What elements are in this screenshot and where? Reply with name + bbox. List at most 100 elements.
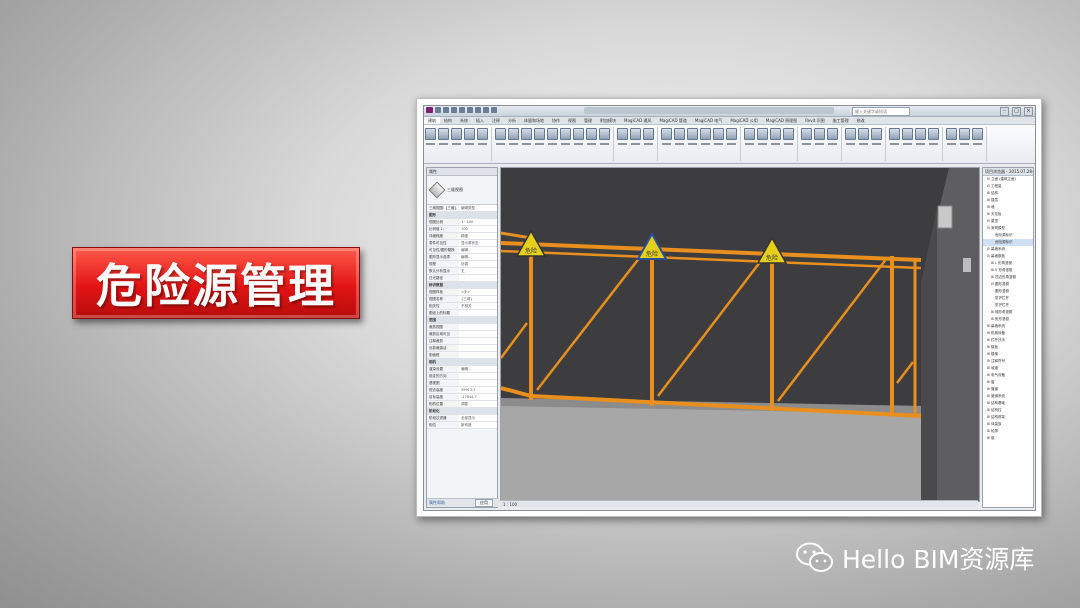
browser-tree-item[interactable]: ⊞ 窗 xyxy=(983,379,1033,386)
property-row[interactable]: 剖面框 xyxy=(427,352,497,359)
browser-tree-item[interactable]: 危险源标识 xyxy=(983,239,1033,246)
ribbon-tool-button[interactable] xyxy=(744,128,755,163)
browser-tree-item[interactable]: ⊞ 楼梯 xyxy=(983,351,1033,358)
ribbon-tab[interactable]: Revit 识图 xyxy=(801,117,828,124)
ribbon-tool-button[interactable] xyxy=(959,128,970,163)
browser-tree-item[interactable]: ⊞ 管道系统 xyxy=(983,393,1033,400)
browser-tree-item[interactable]: ⊞ 管道 xyxy=(983,386,1033,393)
ribbon-tool-button[interactable] xyxy=(643,128,654,163)
property-section[interactable]: 范围 xyxy=(427,317,497,324)
ribbon-tab[interactable]: 修改 xyxy=(853,117,869,124)
ribbon-tool-button[interactable] xyxy=(630,128,641,163)
property-row[interactable]: 相机位置 调整 xyxy=(427,401,497,408)
browser-tree-item[interactable]: ⊟ 屋顶 xyxy=(983,218,1033,225)
property-row[interactable]: 远剪裁激活 xyxy=(427,345,497,352)
property-row[interactable]: 图纸上的标题 xyxy=(427,310,497,317)
browser-tree-item[interactable]: ⊟ 圆形竖梃 xyxy=(983,281,1033,288)
ribbon-tool-button[interactable] xyxy=(814,128,825,163)
ribbon-tool-button[interactable] xyxy=(534,128,545,163)
browser-tree-item[interactable]: ⊞ 栏杆扶手 xyxy=(983,337,1033,344)
browser-tree-item[interactable]: ⊞ 轮廓 xyxy=(983,428,1033,435)
ribbon-tool-button[interactable] xyxy=(560,128,571,163)
ribbon-tab[interactable]: 视图 xyxy=(564,117,580,124)
browser-tree-item[interactable]: ⊟ 幕墙系统 xyxy=(983,246,1033,253)
3d-view-icon[interactable] xyxy=(491,107,497,113)
property-value[interactable]: 全部显示 xyxy=(459,415,497,421)
browser-tree-item[interactable]: ⊞ 梯形角竖梃 xyxy=(983,309,1033,316)
maximize-button[interactable]: □ xyxy=(1012,107,1021,116)
property-value[interactable]: 协调 xyxy=(459,261,497,267)
ribbon-tool-button[interactable] xyxy=(726,128,737,163)
property-value[interactable] xyxy=(459,331,497,337)
browser-tree-item[interactable]: ⊞ L 形角竖梃 xyxy=(983,260,1033,267)
property-value[interactable] xyxy=(459,324,497,330)
property-row[interactable]: 相关性 不相关 xyxy=(427,303,497,310)
ribbon-tool-button[interactable] xyxy=(547,128,558,163)
property-row[interactable]: 渲染设置 编辑... xyxy=(427,366,497,373)
view-selector-row[interactable]: 三维视图: {三维} 编辑类型 xyxy=(427,205,497,212)
browser-tree-item[interactable]: 危险源标识 xyxy=(983,232,1033,239)
browser-tree-item[interactable]: ⊞ 机械设备 xyxy=(983,330,1033,337)
3d-viewport[interactable]: 危险 危险 危险 xyxy=(500,167,980,502)
ribbon-tool-button[interactable] xyxy=(661,128,672,163)
property-row[interactable]: 可见性/图形替换 编辑... xyxy=(427,247,497,254)
property-row[interactable]: 详细程度 精细 xyxy=(427,233,497,240)
hazard-sign-3[interactable]: 危险 xyxy=(756,236,788,264)
ribbon-tool-button[interactable] xyxy=(451,128,462,163)
property-row[interactable]: 规程 协调 xyxy=(427,261,497,268)
property-row[interactable]: 透视图 xyxy=(427,380,497,387)
ribbon-tab[interactable]: 注释 xyxy=(488,117,504,124)
redo-icon[interactable] xyxy=(459,107,465,113)
property-value[interactable] xyxy=(459,310,497,316)
property-value[interactable] xyxy=(459,345,497,351)
property-row[interactable]: 视图样板 <无> xyxy=(427,289,497,296)
property-row[interactable]: 目标高度 -17844.7 xyxy=(427,394,497,401)
browser-tree-item[interactable]: 圆形竖梃 xyxy=(983,288,1033,295)
property-value[interactable]: 调整 xyxy=(459,401,497,407)
view-selector[interactable]: 三维视图: {三维} xyxy=(427,205,459,211)
property-row[interactable]: 阶段过滤器 全部显示 xyxy=(427,415,497,422)
browser-tree-item[interactable]: ⊞ 结构柱 xyxy=(983,407,1033,414)
ribbon-tool-button[interactable] xyxy=(770,128,781,163)
ribbon-tab[interactable]: MagiCAD 通风 xyxy=(620,117,655,124)
property-row[interactable]: 图形显示选项 编辑... xyxy=(427,254,497,261)
ribbon-tool-button[interactable] xyxy=(845,128,856,163)
property-value[interactable]: 编辑... xyxy=(459,247,497,253)
ribbon-tool-button[interactable] xyxy=(477,128,488,163)
browser-tree-item[interactable]: ⊞ 楼层 xyxy=(983,197,1033,204)
ribbon-tool-button[interactable] xyxy=(972,128,983,163)
ribbon-tab[interactable]: 建筑 xyxy=(424,117,440,124)
ribbon-tab[interactable]: 施工管理 xyxy=(829,117,853,124)
ribbon-tab[interactable]: 插入 xyxy=(472,117,488,124)
property-value[interactable]: 新构造 xyxy=(459,422,497,428)
browser-tree-item[interactable]: ⊟ 工程量 xyxy=(983,183,1033,190)
property-value[interactable]: 精细 xyxy=(459,233,497,239)
undo-icon[interactable] xyxy=(451,107,457,113)
ribbon-tool-button[interactable] xyxy=(946,128,957,163)
property-row[interactable]: 视点高度 39913.2 xyxy=(427,387,497,394)
edit-type-button[interactable]: 编辑类型 xyxy=(459,205,497,211)
close-button[interactable]: × xyxy=(1024,107,1033,116)
ribbon-tab[interactable]: 系统 xyxy=(456,117,472,124)
property-section[interactable]: 图形 xyxy=(427,212,497,219)
property-value[interactable]: -17844.7 xyxy=(459,394,497,400)
property-value[interactable]: 编辑... xyxy=(459,366,497,372)
view-scale[interactable]: 1 : 100 xyxy=(503,502,517,507)
property-section[interactable]: 标识数据 xyxy=(427,282,497,289)
hazard-sign-2[interactable]: 危险 xyxy=(636,231,668,260)
properties-help-link[interactable]: 属性帮助 xyxy=(429,500,445,505)
browser-tree-item[interactable]: ⊟ 常规模型 xyxy=(983,225,1033,232)
ribbon-tool-button[interactable] xyxy=(858,128,869,163)
ribbon-tab[interactable]: MagiCAD 管道 xyxy=(655,117,690,124)
ribbon-tab[interactable]: MagiCAD 公用 xyxy=(726,117,761,124)
property-value[interactable]: 编辑... xyxy=(459,254,497,260)
browser-tree-item[interactable]: ⊞ 楼板 xyxy=(983,344,1033,351)
property-section[interactable]: 阶段化 xyxy=(427,408,497,415)
ribbon-tool-button[interactable] xyxy=(783,128,794,163)
browser-tree-item[interactable]: ⊞ 电气设备 xyxy=(983,372,1033,379)
ribbon-tool-button[interactable] xyxy=(599,128,610,163)
browser-tree-item[interactable]: ⊞ 四边形角竖梃 xyxy=(983,274,1033,281)
ribbon-tab[interactable]: 管理 xyxy=(580,117,596,124)
browser-tree-item[interactable]: 防护栏杆 xyxy=(983,302,1033,309)
ribbon-tool-button[interactable] xyxy=(464,128,475,163)
